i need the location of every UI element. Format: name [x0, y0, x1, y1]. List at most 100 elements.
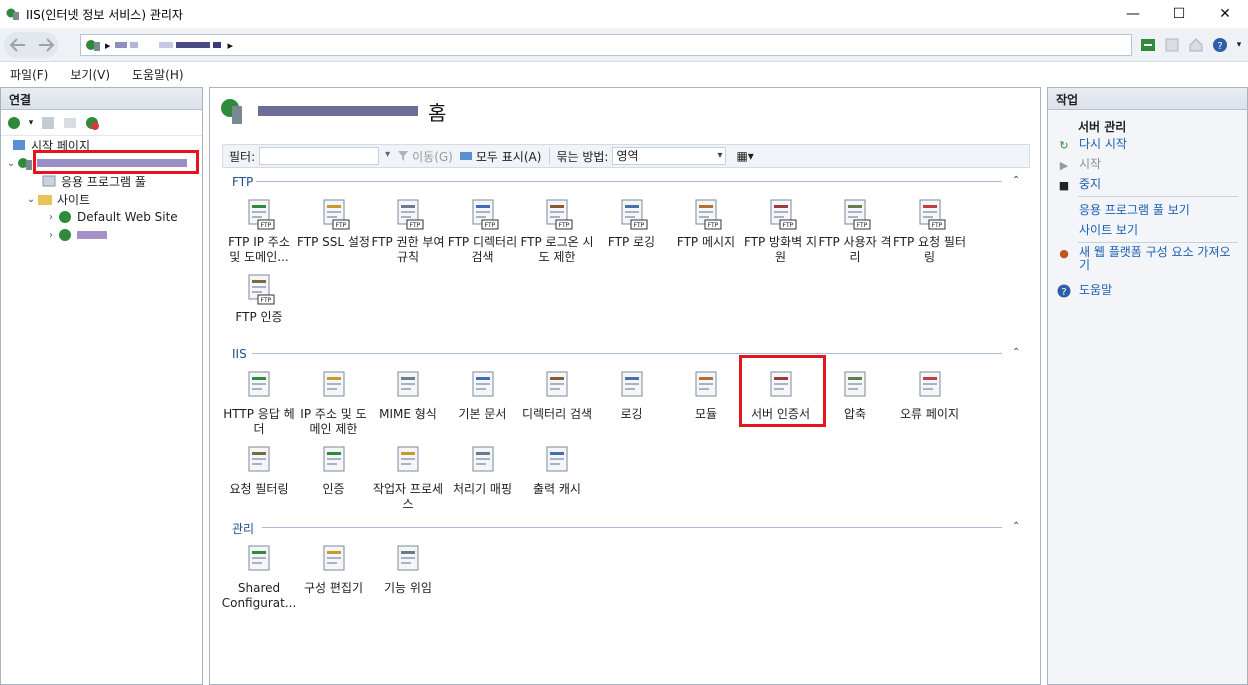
svg-text:FTP: FTP — [410, 222, 421, 229]
view-mode-icon[interactable]: ▦▾ — [736, 149, 753, 163]
feature-iis-11[interactable]: 인증 — [296, 443, 372, 497]
collapse-icon[interactable]: ⌃ — [1012, 347, 1020, 358]
feature-ftp-3[interactable]: FTP FTP 디렉터리 검색 — [445, 196, 521, 265]
tree-item-app-pools[interactable]: 응용 프로그램 풀 — [41, 172, 146, 190]
feature-label: 압축 — [843, 407, 867, 421]
feature-iis-6[interactable]: 모듈 — [668, 368, 744, 422]
help-icon[interactable]: ? — [1210, 35, 1230, 55]
feature-iis-14[interactable]: 출력 캐시 — [519, 443, 595, 497]
home-icon[interactable] — [1186, 35, 1206, 55]
close-button[interactable]: ✕ — [1202, 0, 1248, 28]
feature-mgmt-2[interactable]: 기능 위임 — [370, 542, 446, 596]
feature-label: FTP 요청 필터링 — [892, 235, 967, 264]
group-by-select[interactable]: 영역 — [612, 147, 727, 165]
feature-label: Shared Configurat... — [221, 581, 297, 610]
svg-text:FTP: FTP — [335, 222, 346, 229]
feature-iis-0[interactable]: HTTP 응답 헤더 — [221, 368, 297, 437]
help-action[interactable]: ? 도움말 — [1056, 284, 1112, 298]
go-button[interactable]: 이동(G) — [397, 148, 453, 165]
feature-icon — [844, 371, 866, 397]
menu-help[interactable]: 도움말(H) — [128, 64, 188, 85]
feature-iis-12[interactable]: 작업자 프로세스 — [370, 443, 446, 512]
section-ftp[interactable]: FTP — [232, 174, 253, 190]
svg-text:FTP: FTP — [782, 222, 793, 229]
feature-ftp-7[interactable]: FTP FTP 방화벽 지원 — [743, 196, 819, 265]
chevron-down-icon[interactable]: ⌄ — [25, 194, 37, 205]
collapse-icon[interactable]: ⌃ — [1012, 521, 1020, 532]
feature-icon — [546, 371, 568, 397]
go-label: 이동(G) — [412, 149, 453, 164]
up-icon[interactable] — [61, 114, 79, 132]
chevron-down-icon[interactable]: ▾ — [27, 114, 35, 132]
feature-iis-5[interactable]: 로깅 — [594, 368, 670, 422]
restart-action[interactable]: ↻ 다시 시작 — [1056, 138, 1127, 152]
section-divider — [252, 353, 1002, 354]
filter-input[interactable] — [259, 147, 390, 165]
feature-ftp-9[interactable]: FTP FTP 요청 필터링 — [892, 196, 968, 265]
address-field[interactable]: ▸ ▸ — [80, 34, 1132, 56]
view-sites-action[interactable]: 사이트 보기 — [1056, 224, 1138, 238]
feature-iis-8[interactable]: 압축 — [817, 368, 893, 422]
connect-icon[interactable] — [1138, 35, 1158, 55]
feature-label: 작업자 프로세스 — [372, 482, 444, 511]
feature-label: 처리기 매핑 — [452, 482, 512, 496]
section-iis[interactable]: IIS — [232, 346, 247, 362]
feature-label: FTP 사용자 격리 — [818, 235, 892, 264]
folder-icon — [38, 195, 52, 205]
svg-text:FTP: FTP — [261, 297, 272, 304]
chevron-right-icon[interactable]: › — [45, 230, 57, 241]
feature-iis-10[interactable]: 요청 필터링 — [221, 443, 297, 497]
back-arrow-icon[interactable] — [6, 34, 30, 56]
feature-ftp-8[interactable]: FTP FTP 사용자 격리 — [817, 196, 893, 265]
minimize-button[interactable]: — — [1110, 0, 1156, 28]
feature-mgmt-1[interactable]: 구성 편집기 — [296, 542, 372, 596]
feature-ftp-4[interactable]: FTP FTP 로그온 시도 제한 — [519, 196, 595, 265]
chevron-down-icon[interactable]: ▾ — [1234, 35, 1244, 55]
feature-ftp-2[interactable]: FTP FTP 권한 부여 규칙 — [370, 196, 446, 265]
feature-iis-1[interactable]: IP 주소 및 도메인 제한 — [296, 368, 372, 437]
show-all-button[interactable]: 모두 표시(A) — [459, 148, 541, 165]
redacted-text — [114, 42, 127, 48]
chevron-down-icon[interactable]: ⌄ — [5, 158, 17, 169]
save-icon[interactable] — [39, 114, 57, 132]
chevron-right-icon[interactable]: › — [45, 212, 57, 223]
menu-view[interactable]: 보기(V) — [66, 64, 114, 85]
iis-app-icon — [6, 8, 19, 20]
window-title: IIS(인터넷 정보 서비스) 관리자 — [26, 7, 183, 22]
feature-mgmt-0[interactable]: Shared Configurat... — [221, 542, 297, 611]
section-divider — [256, 181, 1002, 182]
feature-ftp-0[interactable]: FTP FTP IP 주소 및 도메인... — [221, 196, 297, 265]
separator — [549, 148, 551, 164]
stop-action[interactable]: ■ 중지 — [1056, 178, 1101, 192]
stop-icon[interactable] — [1162, 35, 1182, 55]
svg-text:?: ? — [1061, 287, 1066, 298]
menu-file[interactable]: 파일(F) — [6, 64, 52, 85]
feature-iis-3[interactable]: 기본 문서 — [445, 368, 521, 422]
redacted-text — [129, 42, 138, 48]
forward-arrow-icon[interactable] — [34, 34, 58, 56]
feature-ftp-6[interactable]: FTP FTP 메시지 — [668, 196, 744, 250]
feature-ftp-10[interactable]: FTP FTP 인증 — [221, 271, 297, 325]
disconnect-icon[interactable] — [83, 114, 101, 132]
connect-globe-icon[interactable] — [5, 114, 23, 132]
feature-label: FTP 로깅 — [607, 235, 656, 249]
feature-ftp-1[interactable]: FTP FTP SSL 설정 — [296, 196, 372, 250]
get-components-action[interactable]: ● 새 웹 플랫폼 구성 요소 가져오기 — [1056, 246, 1236, 272]
feature-iis-2[interactable]: MIME 형식 — [370, 368, 446, 422]
view-app-pools-action[interactable]: 응용 프로그램 풀 보기 — [1056, 204, 1190, 218]
start-action[interactable]: ▶ 시작 — [1056, 158, 1101, 172]
tree-item-default-site[interactable]: › Default Web Site — [45, 208, 178, 226]
tree-item-site-2[interactable]: › — [45, 226, 107, 244]
feature-iis-13[interactable]: 처리기 매핑 — [445, 443, 521, 497]
tree-item-sites[interactable]: ⌄ 사이트 — [25, 190, 90, 208]
feature-iis-4[interactable]: 디렉터리 검색 — [519, 368, 595, 422]
show-all-icon — [459, 152, 472, 160]
web-platform-icon: ● — [1059, 246, 1069, 260]
section-management[interactable]: 관리 — [232, 520, 254, 536]
stop-label: 중지 — [1079, 177, 1102, 191]
maximize-button[interactable]: ☐ — [1156, 0, 1202, 28]
collapse-icon[interactable]: ⌃ — [1012, 175, 1020, 186]
highlight-box — [739, 355, 826, 427]
feature-ftp-5[interactable]: FTP FTP 로깅 — [594, 196, 670, 250]
feature-iis-9[interactable]: 오류 페이지 — [892, 368, 968, 422]
